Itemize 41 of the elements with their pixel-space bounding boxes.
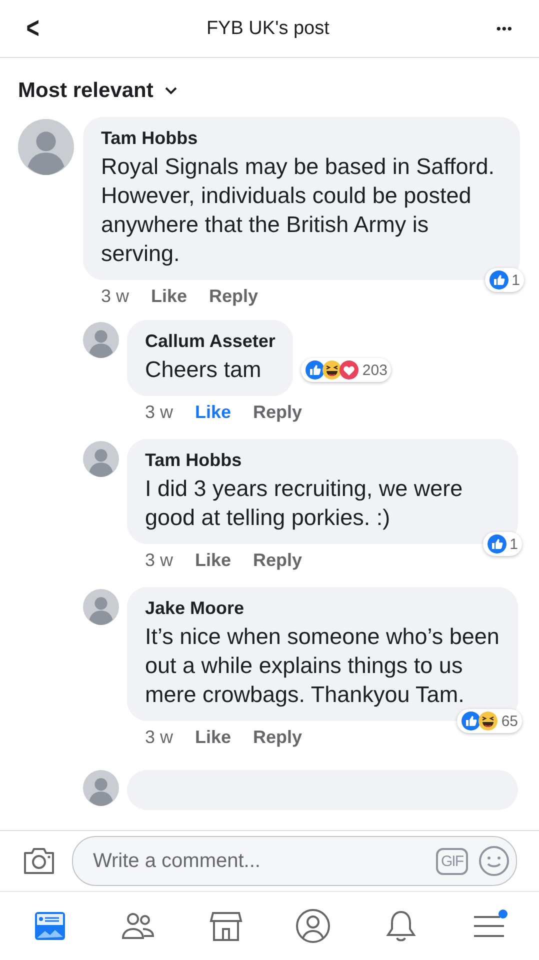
reactions-pill[interactable]: 1 (482, 532, 522, 556)
avatar-icon[interactable] (83, 770, 119, 806)
reactions-pill[interactable]: 65 (457, 709, 522, 733)
timestamp: 3 w (145, 550, 174, 571)
sort-dropdown[interactable]: Most relevant (0, 58, 196, 117)
reaction-count: 1 (512, 272, 520, 288)
reply-link[interactable]: Reply (253, 550, 302, 571)
reactions-pill[interactable]: 203 (301, 358, 392, 382)
comment-text: I did 3 years recruiting, we were good at telling porkies. :) (145, 475, 464, 532)
like-link[interactable]: Like (195, 727, 232, 748)
page-title: FYB UK's post (206, 18, 330, 40)
reply-link[interactable]: Reply (209, 286, 258, 307)
timestamp: 3 w (145, 402, 174, 423)
reaction-count: 1 (510, 536, 518, 552)
author-name[interactable]: Tam Hobbs (145, 450, 500, 471)
author-name[interactable]: Callum Asseter (145, 331, 276, 352)
profile-icon[interactable] (294, 907, 332, 945)
author-name[interactable]: Jake Moore (145, 598, 500, 619)
reply-link[interactable]: Reply (253, 402, 302, 423)
comment-text: It’s nice when someone who’s been out a while explains things to us mere crowbags. Thankyou Tam. (145, 623, 500, 709)
avatar-icon[interactable] (18, 119, 74, 175)
smiley-icon[interactable] (478, 845, 510, 877)
more-button[interactable]: ••• (490, 20, 519, 37)
back-button[interactable]: < (23, 12, 42, 46)
like-link[interactable]: Like (195, 402, 232, 423)
reply-link[interactable]: Reply (253, 727, 302, 748)
author-name[interactable]: Tam Hobbs (101, 128, 502, 149)
comment-text: Cheers tam (145, 356, 262, 384)
avatar-icon[interactable] (83, 589, 119, 625)
reactions-pill[interactable]: 1 (484, 268, 524, 292)
avatar-icon[interactable] (83, 322, 119, 358)
reaction-count: 203 (362, 362, 388, 378)
timestamp: 3 w (101, 286, 130, 307)
timestamp: 3 w (145, 727, 174, 748)
chevron-down-icon (165, 87, 178, 95)
comment-text: Royal Signals may be based in Safford. However, individuals could be posted anywhere that the British Army is serving. (101, 153, 496, 268)
camera-icon[interactable] (22, 846, 56, 876)
avatar-icon[interactable] (83, 441, 119, 477)
like-link[interactable]: Like (195, 550, 232, 571)
reaction-count: 65 (501, 712, 518, 730)
like-link[interactable]: Like (151, 286, 188, 307)
